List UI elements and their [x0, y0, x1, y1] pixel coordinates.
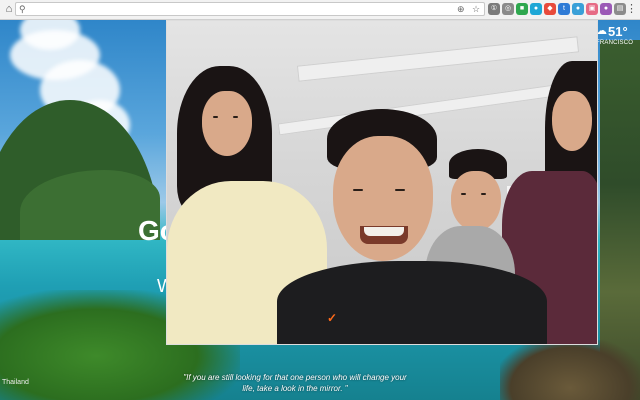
location-target-icon[interactable]: ⊕ — [457, 3, 465, 16]
ext-2-icon[interactable]: ◎ — [502, 3, 514, 15]
bookmark-star-icon[interactable]: ☆ — [472, 3, 480, 16]
extensions-bar: ① ◎ ■ ● ◆ t ● ▣ ● ▤ — [488, 3, 626, 16]
ext-5-icon[interactable]: ◆ — [544, 3, 556, 15]
browser-toolbar: ⌂ ⚲ ⊕ ☆ ① ◎ ■ ● ◆ t ● ▣ ● ▤ ⋮ — [0, 0, 640, 20]
menu-icon[interactable]: ⋮ — [626, 2, 637, 16]
home-icon[interactable]: ⌂ — [2, 2, 16, 16]
ext-7-icon[interactable]: ● — [572, 3, 584, 15]
quote-text[interactable]: "If you are still looking for that one p… — [180, 372, 410, 394]
shirt-logo: ✓ — [327, 311, 338, 325]
search-icon: ⚲ — [19, 4, 26, 14]
ext-10-icon[interactable]: ▤ — [614, 3, 626, 15]
weather-temperature: 51° — [608, 24, 628, 39]
address-bar[interactable]: ⚲ ⊕ ☆ — [15, 2, 485, 17]
ext-3-icon[interactable]: ■ — [516, 3, 528, 15]
ext-8-icon[interactable]: ▣ — [586, 3, 598, 15]
weather-location: FRANCISCO — [596, 40, 634, 46]
webcam-preview-window[interactable]: ✓ — [166, 20, 598, 345]
ext-6-icon[interactable]: t — [558, 3, 570, 15]
ext-1-icon[interactable]: ① — [488, 3, 500, 15]
ext-9-icon[interactable]: ● — [600, 3, 612, 15]
photo-location[interactable]: Thailand — [2, 379, 29, 386]
address-input[interactable] — [30, 3, 464, 17]
ext-4-icon[interactable]: ● — [530, 3, 542, 15]
